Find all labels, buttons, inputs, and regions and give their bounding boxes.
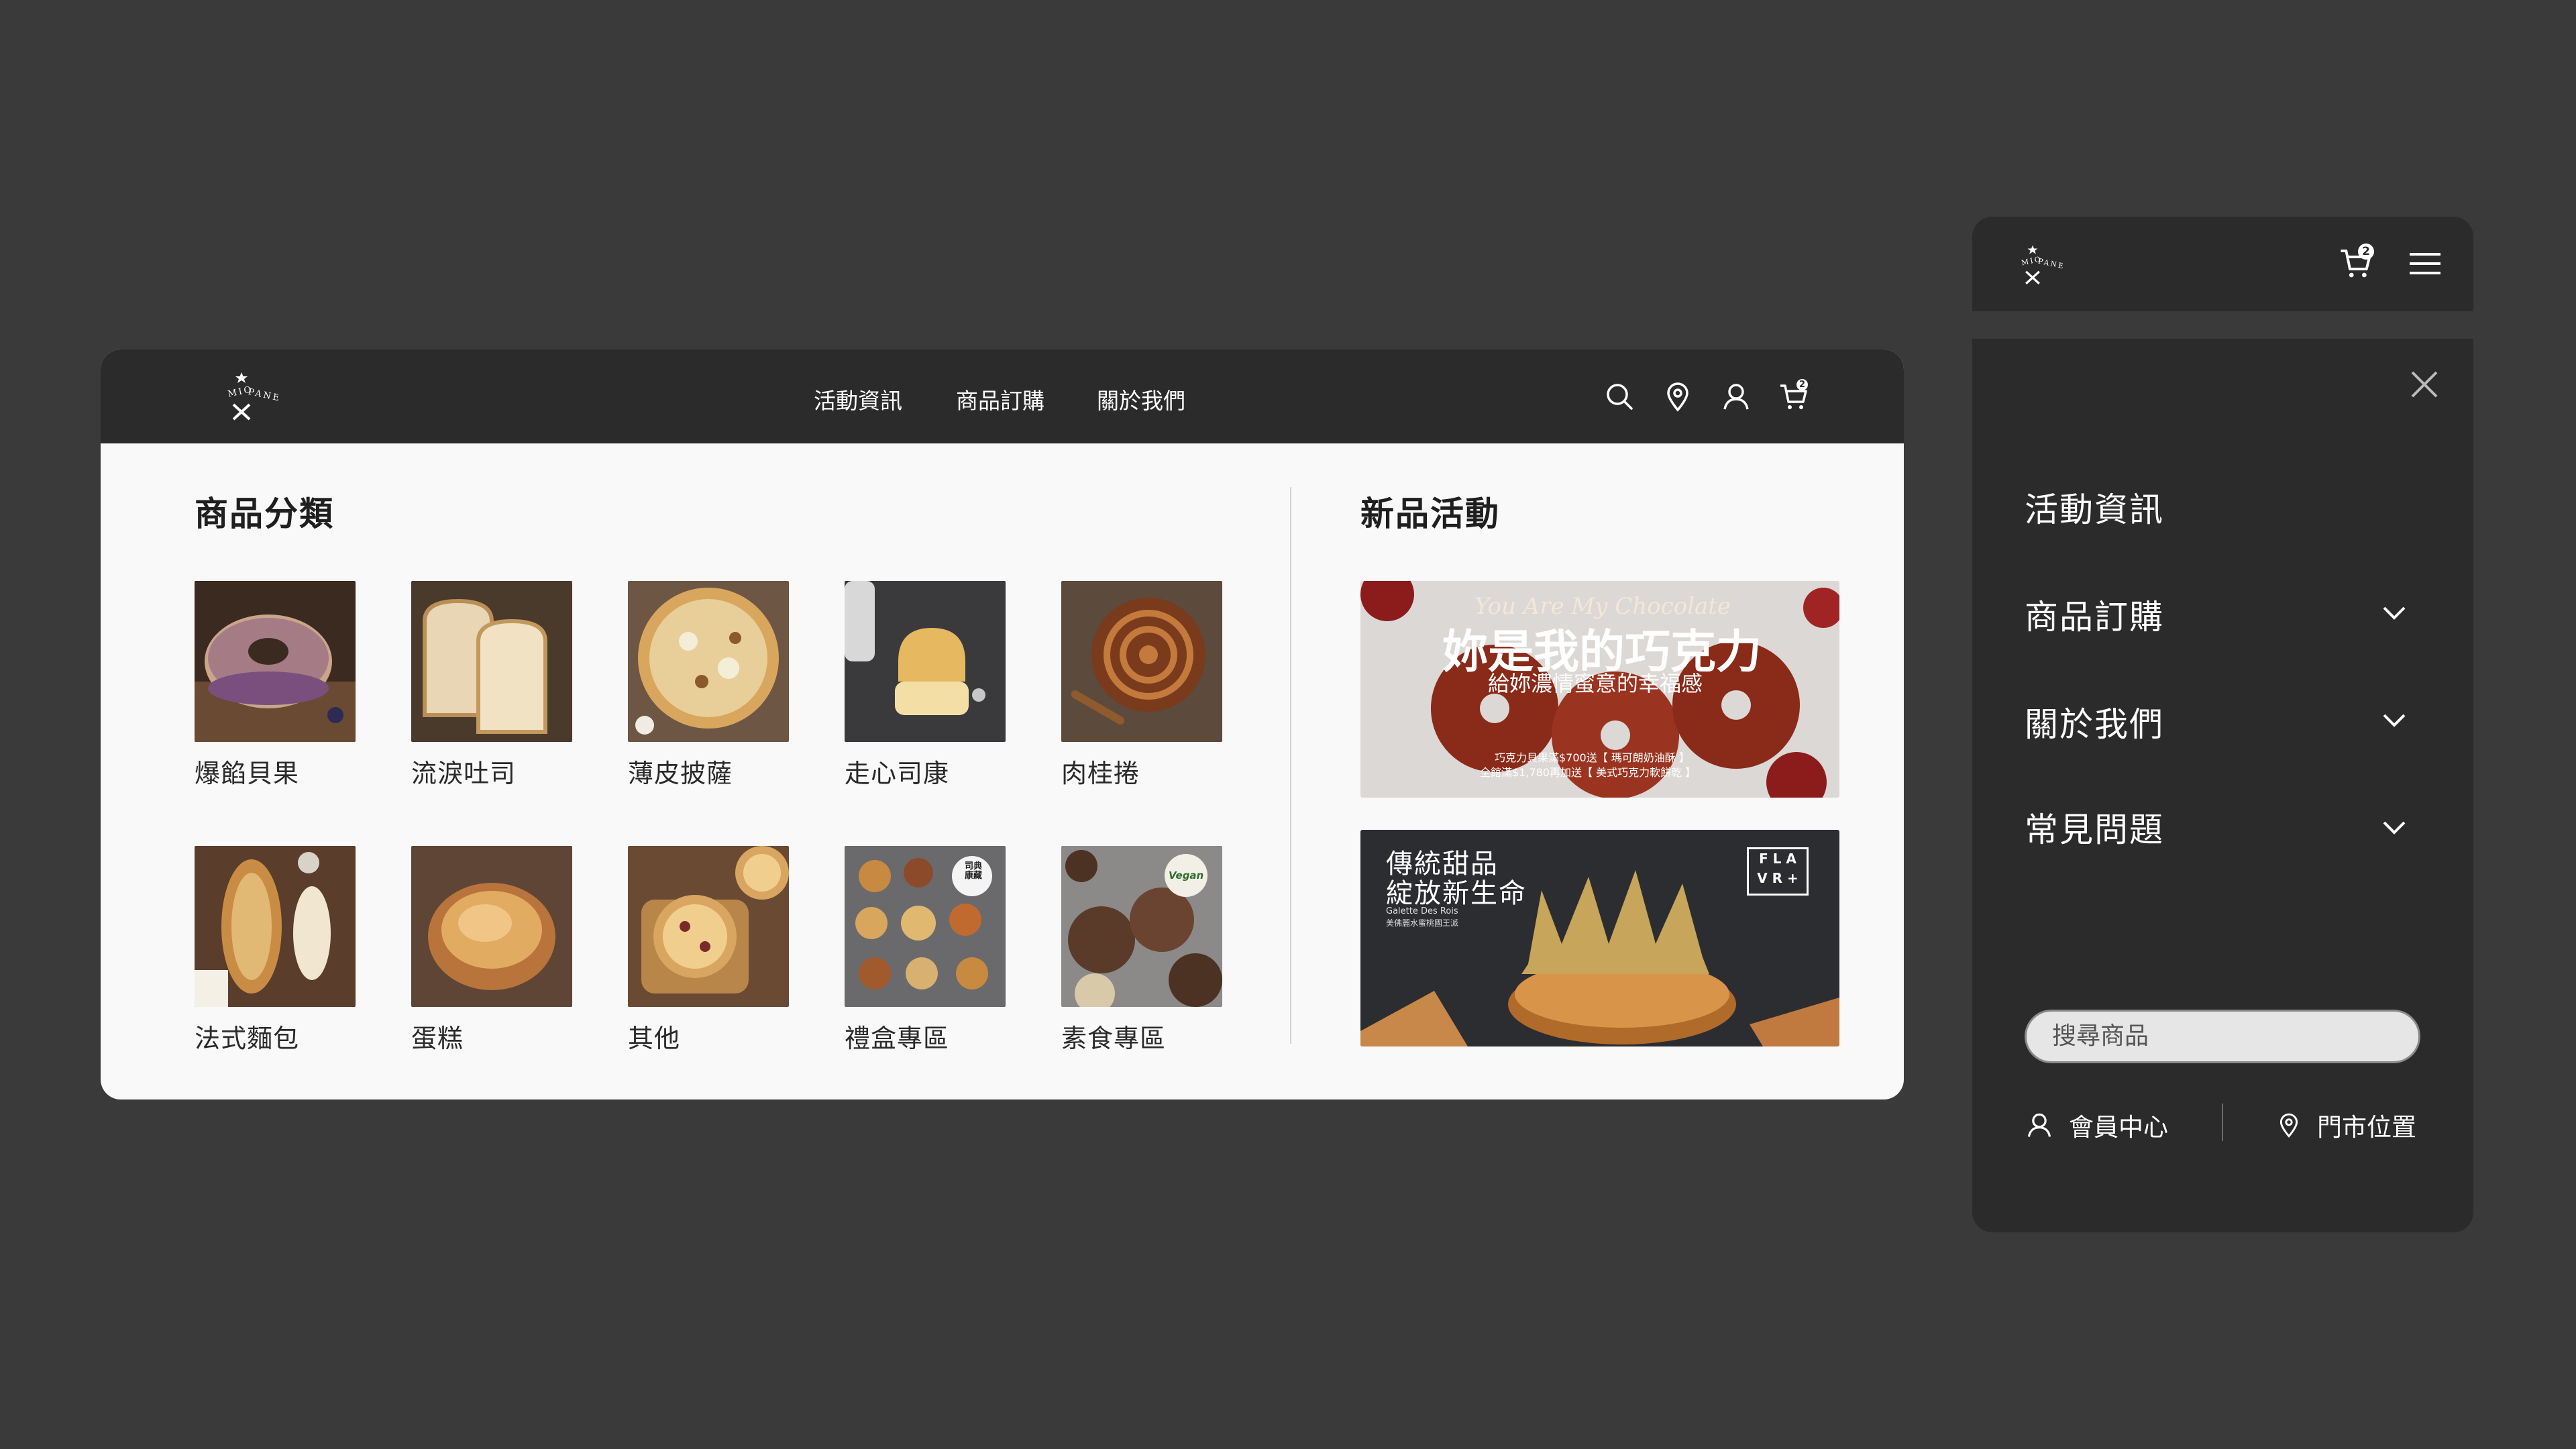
hamburger-menu-icon[interactable]	[2408, 248, 2440, 280]
category-scone[interactable]: 走心司康	[845, 581, 1006, 790]
french-bread-image	[195, 846, 356, 1007]
mobile-brand-logo[interactable]: MIO PANE	[2002, 245, 2063, 285]
cart-icon[interactable]: 2	[1778, 379, 1810, 413]
svg-text:PANE: PANE	[248, 387, 278, 404]
category-label: 其他	[628, 1024, 681, 1053]
location-pin-icon[interactable]	[1662, 380, 1694, 413]
nav-order[interactable]: 商品訂購	[956, 383, 1044, 415]
categories-title: 商品分類	[195, 494, 334, 533]
mobile-menu-about[interactable]: 關於我們	[2025, 698, 2164, 746]
category-pizza[interactable]: 薄皮披薩	[628, 581, 789, 790]
brand-logo[interactable]: MIO PANE	[205, 372, 278, 421]
chevron-down-icon[interactable]	[2382, 820, 2406, 835]
promo-banner-galette[interactable]: 傳統甜品 綻放新生命 Galette Des Rois 美佛麗水蜜桃國王派 F …	[1360, 830, 1839, 1046]
flavr-badge: F L A V R +	[1747, 847, 1809, 896]
user-icon	[2027, 1113, 2051, 1137]
flavr-badge-top: F L A	[1759, 851, 1796, 867]
category-label: 素食專區	[1061, 1024, 1167, 1053]
location-pin-icon	[2279, 1113, 2298, 1138]
flavr-badge-bottom: V R +	[1757, 870, 1799, 886]
toast-image	[411, 581, 572, 742]
member-center-link[interactable]: 會員中心	[2025, 1107, 2168, 1143]
bagel-image	[195, 581, 356, 742]
mobile-menu-activities[interactable]: 活動資訊	[2025, 483, 2164, 531]
mobile-menu-order[interactable]: 商品訂購	[2025, 590, 2164, 639]
category-label: 肉桂捲	[1061, 759, 1140, 788]
category-cake[interactable]: 蛋糕	[411, 846, 572, 1055]
cart-count-badge: 2	[1796, 379, 1808, 390]
category-vegan[interactable]: Vegan 素食專區	[1061, 846, 1222, 1055]
store-location-link[interactable]: 門市位置	[2275, 1107, 2416, 1143]
category-label: 禮盒專區	[845, 1024, 950, 1053]
search-icon[interactable]	[1603, 380, 1635, 413]
category-label: 蛋糕	[411, 1024, 464, 1053]
category-toast[interactable]: 流淚吐司	[411, 581, 572, 790]
scone-image	[845, 581, 1006, 742]
gift-box-image: 司典 康藏	[845, 846, 1006, 1007]
promo1-fine-2: 全館滿$1,780再加送【 美式巧克力軟餅乾 】	[1480, 766, 1697, 779]
category-label: 法式麵包	[195, 1024, 300, 1053]
member-center-label: 會員中心	[2069, 1113, 2168, 1142]
mobile-cart-icon[interactable]: 2	[2338, 244, 2374, 278]
nav-about[interactable]: 關於我們	[1097, 383, 1185, 415]
mobile-search-input[interactable]: 搜尋商品	[2025, 1010, 2420, 1063]
cinnamon-roll-image	[1061, 581, 1222, 742]
cake-image	[411, 846, 572, 1007]
mobile-menu-faq[interactable]: 常見問題	[2025, 803, 2164, 851]
mobile-header: MIO PANE 2	[1972, 217, 2473, 311]
category-label: 走心司康	[845, 759, 950, 788]
promo2-latin: Galette Des Rois	[1386, 906, 1458, 916]
chevron-down-icon[interactable]	[2382, 606, 2406, 621]
section-divider	[1290, 487, 1291, 1044]
store-location-label: 門市位置	[2317, 1113, 2416, 1142]
chevron-down-icon[interactable]	[2382, 713, 2406, 728]
category-label: 薄皮披薩	[628, 759, 733, 788]
nav-activities[interactable]: 活動資訊	[814, 383, 902, 415]
desktop-header: MIO PANE 活動資訊 商品訂購 關於我們 2	[101, 350, 1904, 443]
mobile-cart-count-badge: 2	[2358, 244, 2374, 260]
vegan-image: Vegan	[1061, 846, 1222, 1007]
footer-divider	[2222, 1104, 2223, 1141]
promo1-fine-1: 巧克力貝果滿$700送【 瑪可朗奶油酥 】	[1495, 751, 1690, 764]
mobile-menu-panel: 活動資訊 商品訂購 關於我們 常見問題 搜尋商品 會員中心 門市位置	[1972, 339, 2473, 1232]
promo-banner-chocolate[interactable]: You Are My Chocolate 妳是我的巧克力 給妳濃情蜜意的幸福感 …	[1360, 581, 1839, 798]
vegan-badge: Vegan	[1169, 869, 1204, 881]
category-french-bread[interactable]: 法式麵包	[195, 846, 356, 1055]
category-label: 流淚吐司	[411, 759, 517, 788]
category-other[interactable]: 其他	[628, 846, 789, 1055]
user-icon[interactable]	[1720, 380, 1752, 413]
other-image	[628, 846, 789, 1007]
close-icon[interactable]	[2408, 368, 2440, 400]
promo2-line-2: 綻放新生命	[1386, 878, 1527, 909]
desktop-mockup: MIO PANE 活動資訊 商品訂購 關於我們 2 商品分類 新品活動 爆餡貝果…	[101, 350, 1904, 1099]
promo2-cn-small: 美佛麗水蜜桃國王派	[1386, 918, 1459, 928]
category-gift-box[interactable]: 司典 康藏 禮盒專區	[845, 846, 1006, 1055]
category-label: 爆餡貝果	[195, 759, 300, 788]
svg-text:PANE: PANE	[2037, 256, 2063, 270]
category-bagel[interactable]: 爆餡貝果	[195, 581, 356, 790]
category-cinnamon-roll[interactable]: 肉桂捲	[1061, 581, 1222, 790]
pizza-image	[628, 581, 789, 742]
promos-title: 新品活動	[1360, 494, 1500, 533]
gift-box-badge: 司典 康藏	[964, 861, 982, 881]
promo1-sub: 給妳濃情蜜意的幸福感	[1488, 671, 1703, 696]
